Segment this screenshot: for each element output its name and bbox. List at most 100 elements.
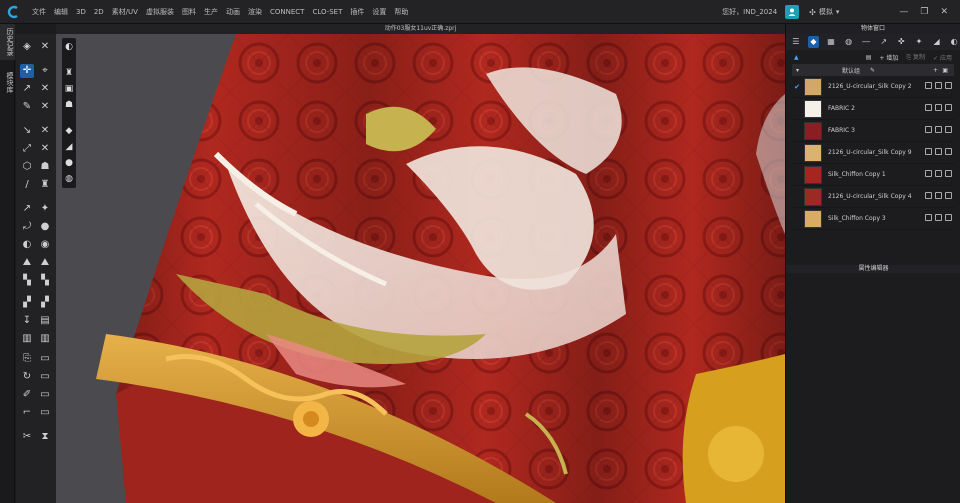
shirt-icon[interactable]: ♜ xyxy=(38,178,52,192)
restore-button[interactable]: ❐ xyxy=(920,7,928,17)
3d-viewport[interactable] xyxy=(56,34,785,503)
fabric-swatch[interactable] xyxy=(804,77,822,96)
strengthen-icon[interactable]: ▭ xyxy=(38,370,52,384)
shrinkage-icon[interactable]: ↧ xyxy=(20,314,34,328)
garment-icon[interactable]: ⬡ xyxy=(20,160,34,174)
zipper-icon[interactable]: ● xyxy=(38,220,52,234)
texture-icon[interactable]: ⤾ xyxy=(20,220,34,234)
add-group-icon[interactable]: + xyxy=(933,67,938,74)
fabric-copy-icon[interactable] xyxy=(935,148,942,155)
list-icon[interactable]: ☰ xyxy=(790,36,802,48)
menu-avatar[interactable]: 虚拟服装 xyxy=(146,7,174,17)
hood-icon[interactable]: ⛰ xyxy=(38,256,52,270)
fabric-checked-icon[interactable]: ✔ xyxy=(792,83,802,91)
fabric-visibility-icon[interactable] xyxy=(925,82,932,89)
segment-sewing-icon[interactable]: ↘ xyxy=(20,124,34,138)
fabric-display-icon[interactable]: ◆ xyxy=(64,126,74,136)
fold-arrangement-icon[interactable]: ✕ xyxy=(38,40,52,54)
lock-icon[interactable]: ⌐ xyxy=(20,406,34,420)
topstitch-icon[interactable]: ▚ xyxy=(20,274,34,288)
morph-icon[interactable]: ◐ xyxy=(948,36,960,48)
fabric-visibility-icon[interactable] xyxy=(925,126,932,133)
folder-icon[interactable]: ▤ xyxy=(866,54,872,61)
fabric-delete-icon[interactable] xyxy=(945,170,952,177)
avatar-display-icon[interactable]: ☗ xyxy=(64,100,74,110)
fabric-tab-icon[interactable]: ◆ xyxy=(807,36,820,48)
menu-render[interactable]: 渲染 xyxy=(248,7,262,17)
drape-display-icon[interactable]: ◢ xyxy=(64,142,74,152)
fabric-delete-icon[interactable] xyxy=(945,192,952,199)
copy-fabric-button[interactable]: ⎘ 复制 xyxy=(906,52,925,62)
arrange-icon[interactable]: ⎘ xyxy=(20,352,34,366)
fabric-delete-icon[interactable] xyxy=(945,104,952,111)
button-tab-icon[interactable]: ✦ xyxy=(913,36,925,48)
mode-selector[interactable]: ✣ 模拟 ▾ xyxy=(809,7,839,17)
garment-display-icon[interactable]: ♜ xyxy=(64,68,74,78)
fold-icon[interactable]: ✕ xyxy=(38,82,52,96)
minimize-button[interactable]: — xyxy=(899,7,908,17)
menu-2d[interactable]: 2D xyxy=(94,8,104,16)
avatar-icon[interactable]: ☗ xyxy=(38,160,52,174)
tab-library[interactable]: 模块库 xyxy=(0,68,15,97)
apply-fabric-button[interactable]: ✓ 应用 xyxy=(933,53,952,62)
fabric-copy-icon[interactable] xyxy=(935,104,942,111)
fabric-row[interactable]: ✔ 2126_U-circular_Silk Copy 2 xyxy=(792,76,954,98)
fabric-delete-icon[interactable] xyxy=(945,82,952,89)
fabric-row[interactable]: Silk_Chiffon Copy 3 xyxy=(792,208,954,230)
line-tool-icon[interactable]: ↗ xyxy=(20,202,34,216)
button-tool-icon[interactable]: ◐ xyxy=(20,238,34,252)
menu-3d[interactable]: 3D xyxy=(76,8,86,16)
fabric-visibility-icon[interactable] xyxy=(925,170,932,177)
puckering-icon[interactable]: ▞ xyxy=(20,296,34,310)
ironing-icon[interactable]: ▭ xyxy=(38,388,52,402)
fabric-delete-icon[interactable] xyxy=(945,214,952,221)
fabric-swatch[interactable] xyxy=(804,99,822,118)
pattern-display-icon[interactable]: ▣ xyxy=(64,84,74,94)
tab-history[interactable]: 历史记录 xyxy=(0,24,15,60)
tag-icon[interactable]: ✜ xyxy=(896,36,908,48)
menu-drawing[interactable]: 图料 xyxy=(182,7,196,17)
cut-icon[interactable]: ✂ xyxy=(20,430,34,444)
checker-icon[interactable]: ▦ xyxy=(825,36,837,48)
fabric-delete-icon[interactable] xyxy=(945,126,952,133)
menu-plugins[interactable]: 插件 xyxy=(350,7,364,17)
buttonhole-icon[interactable]: ◉ xyxy=(38,238,52,252)
fabric-visibility-icon[interactable] xyxy=(925,148,932,155)
zipper-tab-icon[interactable]: ◢ xyxy=(931,36,943,48)
user-avatar-icon[interactable] xyxy=(785,5,800,19)
menu-material-uv[interactable]: 素材/UV xyxy=(112,7,138,17)
trim-icon[interactable]: ⤢ xyxy=(20,142,34,156)
transform-pattern-icon[interactable]: ◈ xyxy=(20,40,34,54)
light-icon[interactable]: ● xyxy=(64,158,74,168)
free-sewing-icon[interactable]: ✕ xyxy=(38,124,52,138)
fabric-swatch[interactable] xyxy=(804,187,822,206)
menu-clo-set[interactable]: CLO-SET xyxy=(312,8,342,16)
fitting-icon[interactable]: ✕ xyxy=(38,142,52,156)
menu-settings[interactable]: 设置 xyxy=(372,7,386,17)
brush-icon[interactable]: ✦ xyxy=(38,202,52,216)
fabric-row[interactable]: 2126_U-circular_Silk Copy 4 xyxy=(792,186,954,208)
fabric-copy-icon[interactable] xyxy=(935,170,942,177)
group-collapse-icon[interactable]: ▾ xyxy=(796,67,799,74)
fabric-row[interactable]: 2126_U-circular_Silk Copy 9 xyxy=(792,142,954,164)
fabric-visibility-icon[interactable] xyxy=(925,192,932,199)
edit-pattern-icon[interactable]: ↗ xyxy=(20,82,34,96)
rotate-icon[interactable]: ↻ xyxy=(20,370,34,384)
menu-production[interactable]: 生产 xyxy=(204,7,218,17)
piping-icon[interactable]: ▚ xyxy=(38,274,52,288)
layer-icon[interactable]: ▥ xyxy=(38,332,52,346)
pen-icon[interactable]: / xyxy=(20,178,34,192)
close-button[interactable]: ✕ xyxy=(940,7,948,17)
folder-group-icon[interactable]: ▣ xyxy=(942,67,948,74)
unlock-icon[interactable]: ▭ xyxy=(38,406,52,420)
fabric-visibility-icon[interactable] xyxy=(925,104,932,111)
add-fabric-button[interactable]: + 增加 xyxy=(879,53,898,62)
fabric-swatch[interactable] xyxy=(804,209,822,228)
pin-icon[interactable]: ✎ xyxy=(20,100,34,114)
fabric-gauge-icon[interactable]: ▤ xyxy=(38,314,52,328)
fabric-copy-icon[interactable] xyxy=(935,82,942,89)
line-icon[interactable]: ― xyxy=(860,36,872,48)
fabric-group-header[interactable]: ▾ 默认组 ✎ + ▣ xyxy=(792,64,954,76)
fabric-swatch[interactable] xyxy=(804,121,822,140)
fabric-swatch[interactable] xyxy=(804,143,822,162)
